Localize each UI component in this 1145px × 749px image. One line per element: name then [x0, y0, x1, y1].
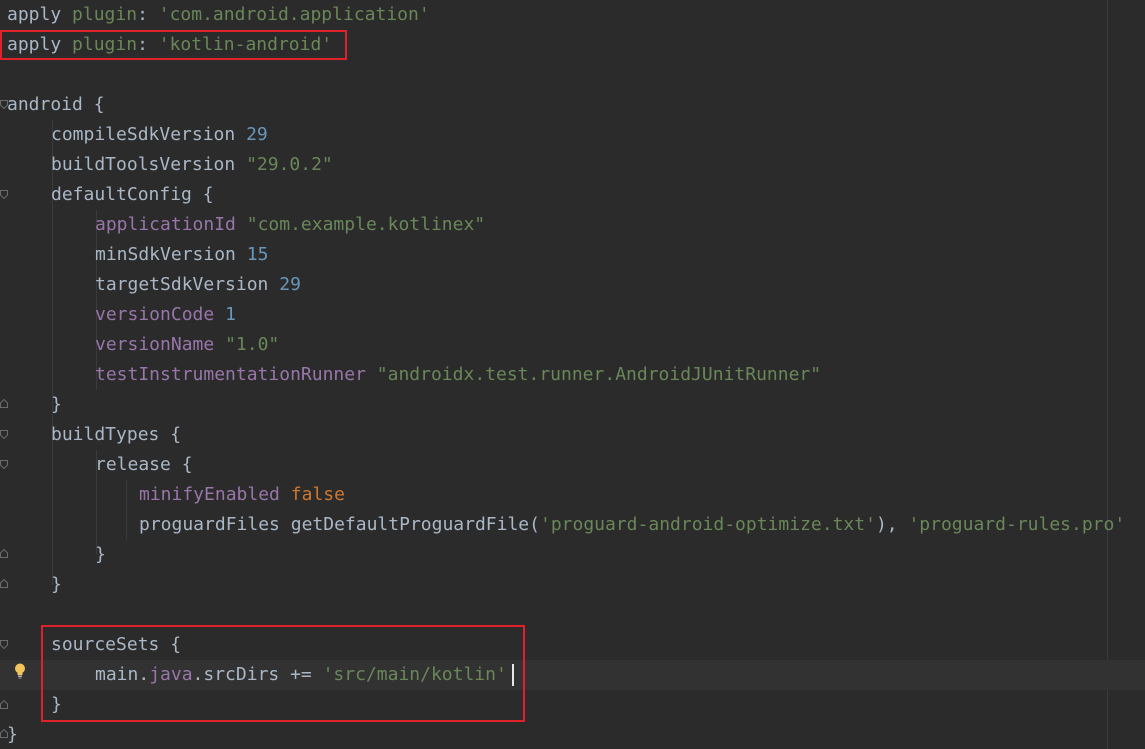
token: "1.0" — [225, 334, 280, 355]
code-line-15[interactable]: buildTypes { — [0, 420, 1145, 450]
code-line-10[interactable]: targetSdkVersion 29 — [0, 270, 1145, 300]
code-editor[interactable]: apply plugin: 'com.android.application' … — [0, 0, 1145, 749]
token: proguardFiles — [139, 514, 280, 535]
fold-marker-icon[interactable] — [0, 640, 8, 649]
fold-marker-icon[interactable] — [0, 100, 8, 109]
fold-marker-icon[interactable] — [0, 579, 8, 588]
token: versionCode — [95, 304, 215, 325]
code-line-13[interactable]: testInstrumentationRunner "androidx.test… — [0, 360, 1145, 390]
token: false — [290, 484, 345, 505]
code-line-12[interactable]: versionName "1.0" — [0, 330, 1145, 360]
code-line-9[interactable]: minSdkVersion 15 — [0, 240, 1145, 270]
token: : — [137, 4, 159, 25]
token: getDefaultProguardFile( — [290, 514, 540, 535]
token: apply — [7, 4, 62, 25]
code-line-18[interactable]: proguardFiles getDefaultProguardFile('pr… — [0, 510, 1145, 540]
token: 15 — [246, 244, 269, 265]
fold-marker-icon[interactable] — [0, 430, 8, 439]
token: "androidx.test.runner.AndroidJUnitRunner… — [376, 364, 822, 385]
code-line-16[interactable]: release { — [0, 450, 1145, 480]
token: plugin — [72, 4, 138, 25]
code-line-5[interactable]: compileSdkVersion 29 — [0, 120, 1145, 150]
token: 1 — [225, 304, 236, 325]
lightbulb-icon[interactable] — [14, 663, 26, 679]
token: android { — [7, 94, 105, 115]
code-line-19[interactable]: } — [0, 540, 1145, 570]
fold-marker-icon[interactable] — [0, 399, 8, 408]
token: minifyEnabled — [139, 484, 280, 505]
token: compileSdkVersion — [51, 124, 236, 145]
code-line-7[interactable]: defaultConfig { — [0, 180, 1145, 210]
token: buildToolsVersion — [51, 154, 236, 175]
token: 'proguard-android-optimize.txt' — [539, 514, 876, 535]
fold-marker-icon[interactable] — [0, 190, 8, 199]
code-line-14[interactable]: } — [0, 390, 1145, 420]
fold-marker-icon[interactable] — [0, 729, 8, 738]
token: applicationId — [95, 214, 236, 235]
token: testInstrumentationRunner — [95, 364, 366, 385]
token: 29 — [246, 124, 268, 145]
token: "29.0.2" — [246, 154, 333, 175]
token: "com.example.kotlinex" — [246, 214, 486, 235]
token: 'proguard-rules.pro' — [908, 514, 1126, 535]
fold-marker-icon[interactable] — [0, 460, 8, 469]
token: } — [51, 394, 62, 415]
code-line-11[interactable]: versionCode 1 — [0, 300, 1145, 330]
annotation-box-kotlin-plugin — [0, 30, 347, 60]
code-line-8[interactable]: applicationId "com.example.kotlinex" — [0, 210, 1145, 240]
code-line-17[interactable]: minifyEnabled false — [0, 480, 1145, 510]
code-line-6[interactable]: buildToolsVersion "29.0.2" — [0, 150, 1145, 180]
token: targetSdkVersion — [95, 274, 269, 295]
token: } — [7, 724, 18, 745]
token: } — [95, 544, 106, 565]
annotation-box-source-sets — [41, 625, 525, 722]
code-line-4[interactable]: android { — [0, 90, 1145, 120]
fold-marker-icon[interactable] — [0, 549, 8, 558]
token: } — [51, 574, 62, 595]
token: 'com.android.application' — [158, 4, 430, 25]
token: minSdkVersion — [95, 244, 236, 265]
token: defaultConfig { — [51, 184, 214, 205]
token: buildTypes { — [51, 424, 182, 445]
token: 29 — [279, 274, 301, 295]
token: ), — [875, 514, 909, 535]
token: release { — [95, 454, 193, 475]
fold-marker-icon[interactable] — [0, 700, 8, 709]
code-line-20[interactable]: } — [0, 570, 1145, 600]
code-line-25[interactable]: } — [0, 720, 1145, 749]
token: versionName — [95, 334, 215, 355]
code-line-1[interactable]: apply plugin: 'com.android.application' — [0, 0, 1145, 30]
